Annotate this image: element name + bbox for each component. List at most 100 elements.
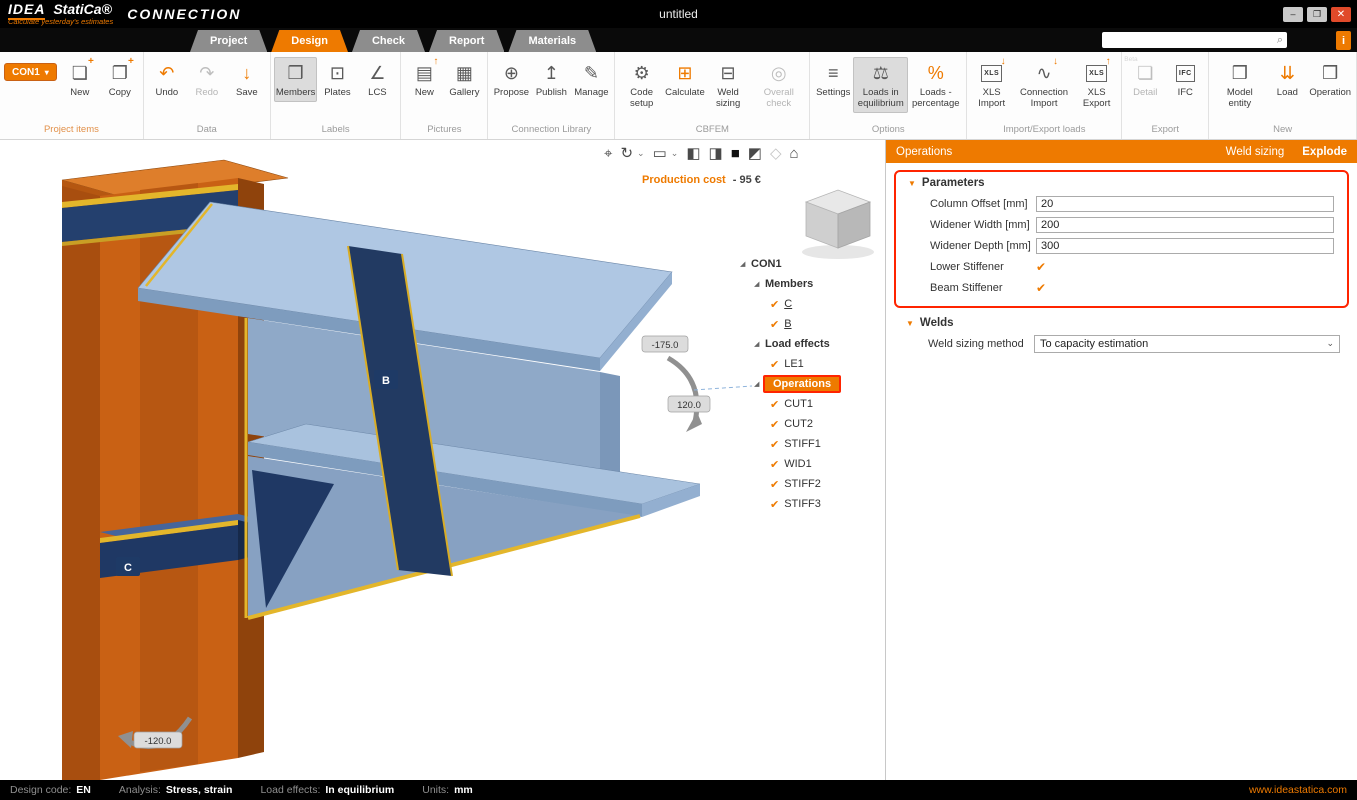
checkbox-checked-icon[interactable]: ✔ <box>770 398 779 411</box>
expander-icon[interactable]: ◢ <box>754 340 765 348</box>
expander-icon[interactable]: ◢ <box>754 280 765 288</box>
undo-button[interactable]: ↶Undo <box>147 57 187 102</box>
ribbon: CON1▾+❏New+❐CopyProject items↶Undo↷Redo↓… <box>0 52 1357 140</box>
xls-import-button[interactable]: ↓XLSXLS Import <box>970 57 1013 113</box>
3d-viewport[interactable]: ⌖↻⌄▭⌄◧◨■◩◇⌂ Production cost - 95 € <box>0 140 886 780</box>
search-box[interactable]: ⌕ <box>1102 32 1287 48</box>
explode-action[interactable]: Explode <box>1302 146 1347 158</box>
new-model-entity-button[interactable]: ❒Model entity <box>1212 57 1267 113</box>
ifc-export-button[interactable]: IFCIFC <box>1165 57 1205 102</box>
member-label-c[interactable]: C <box>116 557 140 576</box>
tab-project[interactable]: Project <box>190 30 267 52</box>
checkbox-checked-icon[interactable]: ✔ <box>770 318 779 331</box>
new-operation-button[interactable]: ❒Operation <box>1307 57 1353 102</box>
section-view-icon[interactable]: ▭ <box>653 144 667 162</box>
tree-item-members[interactable]: ◢Members <box>740 274 841 294</box>
weld-icon: ⊟ <box>715 60 741 86</box>
view-iso-icon[interactable]: ◨ <box>709 144 723 162</box>
redo-button[interactable]: ↷Redo <box>187 57 227 102</box>
tab-report[interactable]: Report <box>429 30 504 52</box>
xls-export-button[interactable]: ↑XLSXLS Export <box>1075 57 1118 113</box>
widener-depth-input[interactable] <box>1036 238 1334 254</box>
checkbox-checked-icon[interactable]: ✔ <box>770 298 779 311</box>
tree-item-cut1[interactable]: ✔CUT1 <box>740 394 841 414</box>
lcs-labels-button[interactable]: ∠LCS <box>357 57 397 102</box>
checkbox-checked-icon[interactable]: ✔ <box>770 358 779 371</box>
tree-item-stiff3[interactable]: ✔STIFF3 <box>740 494 841 514</box>
member-label-b[interactable]: B <box>374 370 398 389</box>
code-setup-button[interactable]: ⚙Code setup <box>618 57 665 113</box>
navigation-cube[interactable] <box>802 190 874 259</box>
tab-check[interactable]: Check <box>352 30 425 52</box>
picture-gallery-button[interactable]: ▦Gallery <box>444 57 484 102</box>
info-button[interactable]: i <box>1336 31 1351 50</box>
expander-icon[interactable]: ◢ <box>740 260 751 268</box>
manage-button[interactable]: ✎Manage <box>571 57 611 102</box>
view-front-icon[interactable]: ◧ <box>686 144 700 162</box>
calculate-icon: ⊞ <box>672 60 698 86</box>
tab-design[interactable]: Design <box>271 30 348 52</box>
settings-button[interactable]: ≡Settings <box>813 57 853 102</box>
tree-item-b[interactable]: ✔B <box>740 314 841 334</box>
picture-new-button[interactable]: ↑▤New <box>404 57 444 102</box>
chevron-down-icon[interactable]: ⌄ <box>671 148 679 159</box>
minimize-button[interactable]: – <box>1283 7 1303 22</box>
widener-width-input[interactable] <box>1036 217 1334 233</box>
section-collapse-icon[interactable]: ▼ <box>908 179 916 188</box>
home-view-icon[interactable]: ⌂ <box>789 145 798 162</box>
checkbox-checked-icon[interactable]: ✔ <box>770 478 779 491</box>
tab-materials[interactable]: Materials <box>508 30 596 52</box>
members-labels-button[interactable]: ❒Members <box>274 57 318 102</box>
column-offset-input[interactable] <box>1036 196 1334 212</box>
search-input[interactable] <box>1102 35 1277 46</box>
tree-item-le1[interactable]: ✔LE1 <box>740 354 841 374</box>
loads-in-equilibrium-button[interactable]: ⚖Loads in equilibrium <box>853 57 908 113</box>
tree-item-stiff1[interactable]: ✔STIFF1 <box>740 434 841 454</box>
svg-text:-175.0: -175.0 <box>652 340 679 351</box>
view-shaded-icon[interactable]: ■ <box>731 145 740 162</box>
detail-export-button[interactable]: Beta❏Detail <box>1125 57 1165 102</box>
lower-stiffener-checkbox[interactable]: ✔ <box>1036 260 1046 274</box>
chevron-down-icon[interactable]: ⌄ <box>637 148 645 159</box>
maximize-button[interactable]: ❐ <box>1307 7 1327 22</box>
close-button[interactable]: ✕ <box>1331 7 1351 22</box>
beam-stiffener-checkbox[interactable]: ✔ <box>1036 281 1046 295</box>
zoom-fit-icon[interactable]: ⌖ <box>604 145 612 162</box>
plates-labels-button[interactable]: ⊡Plates <box>317 57 357 102</box>
website-link[interactable]: www.ideastatica.com <box>1249 784 1347 796</box>
section-collapse-icon[interactable]: ▼ <box>906 319 914 328</box>
button-label: Connection Import <box>1015 88 1073 110</box>
tree-item-con1[interactable]: ◢CON1 <box>740 254 841 274</box>
tree-item-c[interactable]: ✔C <box>740 294 841 314</box>
weld-sizing-button[interactable]: ⊟Weld sizing <box>705 57 751 113</box>
button-label: Model entity <box>1214 88 1265 110</box>
publish-button[interactable]: ↥Publish <box>531 57 571 102</box>
tree-item-load-effects[interactable]: ◢Load effects <box>740 334 841 354</box>
new-load-button[interactable]: ⇊Load <box>1267 57 1307 102</box>
view-transparent-icon[interactable]: ◇ <box>770 144 782 162</box>
view-wireframe-icon[interactable]: ◩ <box>748 144 762 162</box>
checkbox-checked-icon[interactable]: ✔ <box>770 458 779 471</box>
connection-item-selector-button[interactable]: CON1▾ <box>4 63 57 81</box>
loads-percentage-button[interactable]: %Loads - percentage <box>908 57 963 113</box>
rotate-view-icon[interactable]: ↻ <box>620 144 633 162</box>
tree-item-cut2[interactable]: ✔CUT2 <box>740 414 841 434</box>
overall-check-button[interactable]: ◎Overall check <box>751 57 806 113</box>
weld-sizing-action[interactable]: Weld sizing <box>1226 146 1285 158</box>
connection-import-button[interactable]: ↓∿Connection Import <box>1013 57 1075 113</box>
copy-project-item-button[interactable]: +❐Copy <box>100 57 140 102</box>
propose-button[interactable]: ⊕Propose <box>491 57 531 102</box>
checkbox-checked-icon[interactable]: ✔ <box>770 498 779 511</box>
save-button[interactable]: ↓Save <box>227 57 267 102</box>
tree-item-wid1[interactable]: ✔WID1 <box>740 454 841 474</box>
search-icon[interactable]: ⌕ <box>1277 34 1283 47</box>
tree-item-stiff2[interactable]: ✔ STIFF2 <box>740 474 841 494</box>
weld-sizing-method-select[interactable]: To capacity estimation⌄ <box>1034 335 1340 353</box>
tree-item-operations[interactable]: ◢Operations <box>740 374 841 394</box>
tree-item-label: STIFF2 <box>784 478 821 490</box>
checkbox-checked-icon[interactable]: ✔ <box>770 418 779 431</box>
new-project-item-button[interactable]: +❏New <box>60 57 100 102</box>
status-items: Design code:ENAnalysis:Stress, strainLoa… <box>10 784 501 796</box>
calculate-button[interactable]: ⊞Calculate <box>665 57 705 102</box>
checkbox-checked-icon[interactable]: ✔ <box>770 438 779 451</box>
